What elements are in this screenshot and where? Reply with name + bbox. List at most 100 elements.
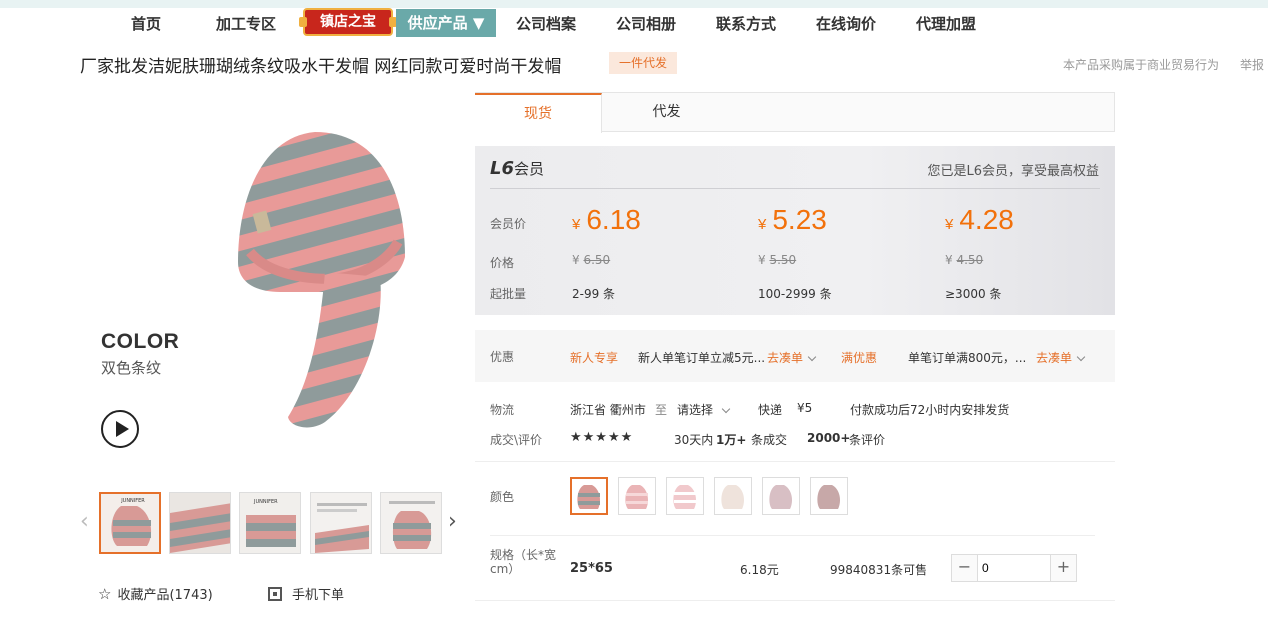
decrease-button[interactable]: − — [952, 555, 978, 581]
swatch-image — [625, 485, 648, 509]
nav-contact[interactable]: 联系方式 — [716, 11, 776, 37]
spec-stock: 99840831条可售 — [830, 563, 928, 577]
thumbnail-image — [170, 493, 230, 553]
sales-count: 1万+ — [716, 433, 747, 447]
review-suffix: 条评价 — [849, 433, 886, 447]
color-swatch-5[interactable] — [762, 477, 800, 515]
tier-1-price: ¥ 6.50 — [572, 253, 610, 267]
promo-new-user-text: 新人单笔订单立减5元... — [638, 351, 766, 365]
swatch-image — [577, 485, 600, 509]
spec-label: 规格（长*宽cm） — [490, 548, 557, 576]
swatch-image — [673, 485, 696, 509]
yen-symbol: ¥ — [758, 216, 767, 233]
top-strip — [0, 0, 1268, 8]
nav-treasure-badge[interactable]: 镇店之宝 — [299, 8, 397, 36]
yen-symbol: ¥ — [572, 253, 580, 267]
review-count[interactable]: 2000+ — [807, 431, 850, 445]
spec-value: 25*65 — [570, 561, 613, 576]
promo-full-discount-link[interactable]: 去凑单 — [1036, 349, 1086, 366]
deals-label: 成交\评价 — [490, 433, 543, 447]
thumb-brand-text: JUNNIFER — [253, 499, 278, 505]
promo-new-user-tag: 新人专享 — [570, 351, 619, 365]
promo-full-discount-text: 单笔订单满800元，... — [908, 351, 1027, 365]
member-price-label: 会员价 — [490, 217, 527, 231]
divider — [475, 600, 1115, 601]
dropship-tag: 一件代发 — [609, 52, 677, 74]
mobile-order-action[interactable]: 手机下单 — [268, 584, 344, 603]
color-heading: COLOR — [101, 330, 180, 353]
color-swatch-2[interactable] — [618, 477, 656, 515]
color-swatch-3[interactable] — [666, 477, 704, 515]
report-link[interactable]: 举报 — [1240, 56, 1264, 73]
tier-1-price-value: 6.50 — [583, 253, 611, 267]
mobile-order-label: 手机下单 — [292, 588, 345, 603]
tier-3-member-price: ¥4.28 — [945, 204, 1014, 236]
logistics-label: 物流 — [490, 403, 515, 417]
sales-prefix: 30天内 — [674, 433, 714, 447]
promo-label: 优惠 — [490, 350, 515, 364]
promotion-row: 优惠 新人专享 新人单笔订单立减5元... 去凑单 满优惠 单笔订单满800元，… — [475, 330, 1115, 382]
purchase-mode-tabs: 现货 代发 — [475, 92, 1115, 133]
thumbnail-image — [381, 493, 441, 553]
color-swatch-6[interactable] — [810, 477, 848, 515]
quantity-input[interactable] — [982, 558, 1042, 578]
batch-label: 起批量 — [490, 287, 527, 301]
favorite-action[interactable]: ☆ 收藏产品(1743) — [98, 584, 213, 603]
shipping-time: 付款成功后72小时内安排发货 — [850, 403, 1010, 417]
color-swatch-1[interactable] — [570, 477, 608, 515]
thumbnail-2[interactable] — [169, 492, 231, 554]
nav-inquiry[interactable]: 在线询价 — [816, 11, 876, 37]
trade-note: 本产品采购属于商业贸易行为 — [1063, 58, 1220, 72]
nav-products[interactable]: 供应产品 ▼ — [396, 9, 496, 37]
increase-button[interactable]: + — [1050, 555, 1076, 581]
nav-processing[interactable]: 加工专区 — [216, 11, 276, 37]
promo-link-label: 去凑单 — [1036, 351, 1073, 365]
play-video-button[interactable] — [101, 410, 139, 448]
quantity-stepper: − + — [951, 554, 1077, 582]
chevron-down-icon — [807, 352, 817, 362]
chevron-down-icon — [1076, 352, 1086, 362]
thumbnail-image — [311, 493, 371, 553]
tab-dropship[interactable]: 代发 — [603, 93, 730, 133]
divider — [490, 535, 1095, 536]
thumb-prev-arrow[interactable]: ‹ — [80, 511, 92, 533]
nav-agent[interactable]: 代理加盟 — [916, 11, 976, 37]
swatch-image — [817, 485, 840, 509]
thumbnail-5[interactable] — [380, 492, 442, 554]
yen-symbol: ¥ — [945, 216, 954, 233]
yen-symbol: ¥ — [945, 253, 953, 267]
nav-company-profile[interactable]: 公司档案 — [516, 11, 576, 37]
thumbnail-1[interactable]: JUNNIFER — [99, 492, 161, 554]
hair-towel-illustration — [238, 132, 405, 428]
express-fee: ¥5 — [797, 401, 813, 415]
tier-1-qty: 2-99 条 — [572, 287, 616, 301]
chevron-down-icon — [721, 404, 731, 414]
destination-select[interactable]: 请选择 — [677, 401, 731, 418]
favorite-label: 收藏产品(1743) — [117, 588, 213, 603]
tier-3-price-value: 4.50 — [956, 253, 984, 267]
ship-from: 浙江省 衢州市 — [570, 403, 646, 417]
thumb-next-arrow[interactable]: › — [448, 511, 460, 533]
color-subheading: 双色条纹 — [101, 359, 162, 377]
promo-new-user-link[interactable]: 去凑单 — [767, 349, 817, 366]
member-level: L6会员 — [490, 158, 544, 179]
color-swatch-4[interactable] — [714, 477, 752, 515]
qr-code-icon — [268, 587, 282, 601]
promo-full-discount-tag: 满优惠 — [841, 351, 878, 365]
tier-1-member-price-value: 6.18 — [586, 204, 641, 235]
thumbnail-3[interactable]: JUNNIFER — [239, 492, 301, 554]
tier-3-price: ¥ 4.50 — [945, 253, 983, 267]
tab-in-stock[interactable]: 现货 — [475, 93, 602, 133]
nav-home[interactable]: 首页 — [131, 11, 161, 37]
tier-3-qty: ≥3000 条 — [945, 287, 1002, 301]
nav-company-album[interactable]: 公司相册 — [616, 11, 676, 37]
thumbnail-image: JUNNIFER — [101, 494, 159, 552]
thumbnail-4[interactable] — [310, 492, 372, 554]
yen-symbol: ¥ — [758, 253, 766, 267]
main-product-image[interactable] — [80, 92, 465, 472]
destination-select-label: 请选择 — [677, 403, 714, 417]
express-label: 快递 — [758, 403, 783, 417]
swatch-image — [721, 485, 744, 509]
tier-2-member-price-value: 5.23 — [772, 204, 827, 235]
price-label: 价格 — [490, 256, 515, 270]
